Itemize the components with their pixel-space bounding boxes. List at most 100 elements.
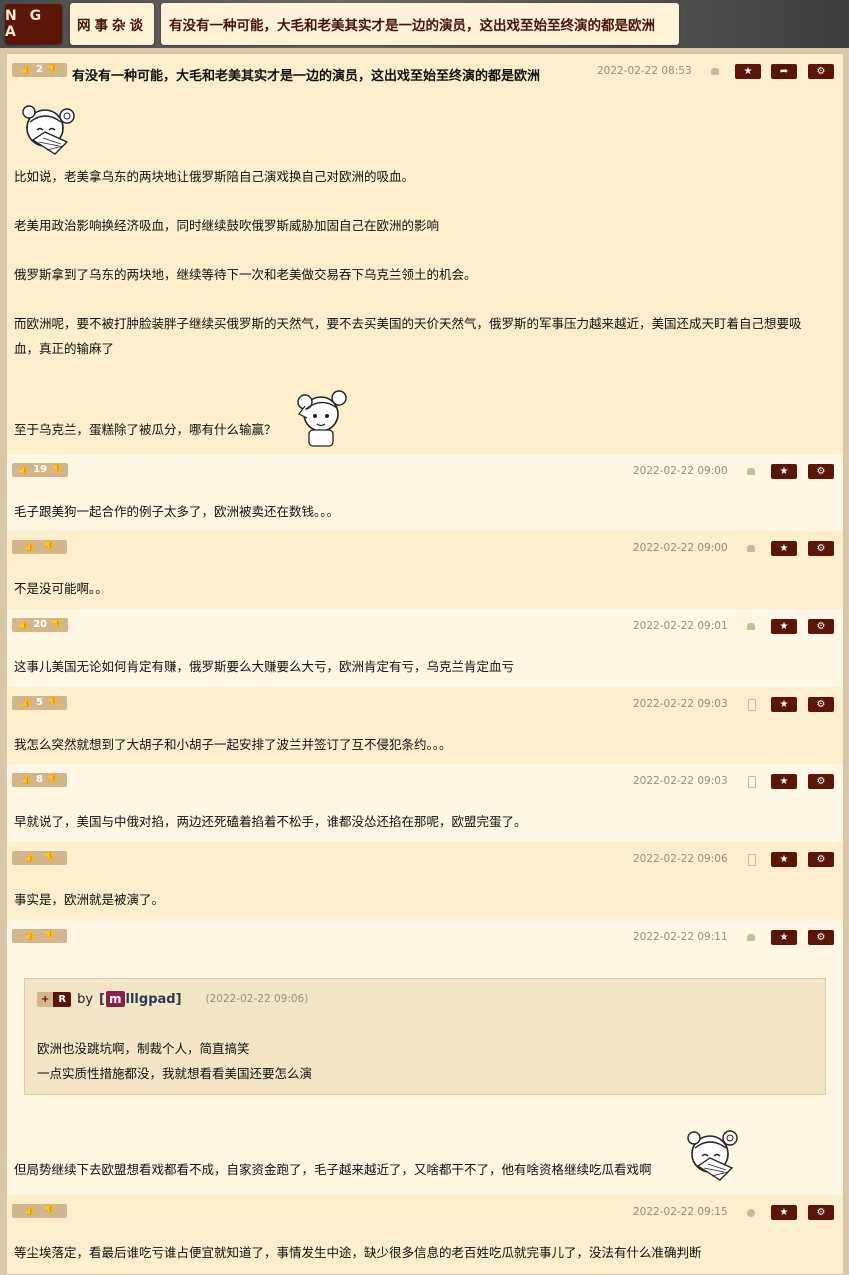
thumb-down-icon[interactable]: 👎 (44, 853, 55, 863)
post-paragraph (14, 288, 836, 313)
gear-icon: ⚙ (816, 854, 826, 865)
android-icon (746, 620, 756, 632)
quote-line: 一点实质性措施都没，我就想看看美国还要怎么演 (37, 1066, 313, 1081)
quote-tag[interactable]: + R (37, 991, 72, 1007)
android-icon (746, 542, 756, 554)
star-icon: ★ (779, 1207, 789, 1218)
post-timestamp: 2022-02-22 08:53 (597, 65, 692, 77)
reply-post: 👍 8 👎 2022-02-22 09:03 ★ ⚙ 早就说了，美国与中俄对掐，… (7, 764, 843, 842)
star-button[interactable]: ★ (771, 619, 797, 634)
reply-post: 👍 👎 2022-02-22 09:06 ★ ⚙ 事实是，欧洲就是被演了。 (7, 842, 843, 920)
thumb-down-icon[interactable]: 👎 (44, 542, 55, 552)
post-timestamp: 2022-02-22 09:03 (633, 775, 728, 787)
settings-button[interactable]: ⚙ (808, 774, 834, 789)
settings-button[interactable]: ⚙ (808, 619, 834, 634)
android-icon (746, 465, 756, 477)
thumb-down-icon[interactable]: 👎 (44, 931, 55, 941)
star-button[interactable]: ★ (771, 774, 797, 789)
star-icon: ★ (779, 776, 789, 787)
thumb-up-icon[interactable]: 👍 (21, 698, 32, 708)
nga-logo[interactable]: N G A (5, 4, 62, 44)
quote-block: + R by [ m lllgpad] (2022-02-22 09:06) 欧… (24, 978, 826, 1095)
star-button[interactable]: ★ (771, 541, 797, 556)
reply-post: 👍 👎 2022-02-22 09:11 ★ ⚙ + R by [ m lllg… (7, 920, 843, 1195)
post-paragraph: 而欧洲呢，要不被打肿脸装胖子继续买俄罗斯的天然气，要不去买美国的天价天然气，俄罗… (14, 316, 802, 331)
share-button[interactable]: ➦ (771, 64, 797, 79)
vote-widget[interactable]: 👍 👎 (12, 929, 67, 943)
quote-tag-plus: + (37, 991, 54, 1007)
star-button[interactable]: ★ (735, 64, 761, 79)
settings-button[interactable]: ⚙ (808, 697, 834, 712)
thumb-down-icon[interactable]: 👎 (51, 465, 62, 475)
settings-button[interactable]: ⚙ (808, 541, 834, 556)
thumb-down-icon[interactable]: 👎 (47, 65, 58, 75)
reply-text: 事实是，欧洲就是被演了。 (14, 892, 165, 907)
post-paragraph (14, 190, 836, 215)
star-icon: ★ (779, 854, 789, 865)
settings-button[interactable]: ⚙ (808, 1205, 834, 1220)
settings-button[interactable]: ⚙ (808, 852, 834, 867)
thumb-down-icon[interactable]: 👎 (51, 620, 62, 630)
star-icon: ★ (779, 932, 789, 943)
vote-widget[interactable]: 👍 👎 (12, 540, 67, 554)
vote-count: 8 (36, 774, 43, 785)
thumb-up-icon[interactable]: 👍 (18, 620, 29, 630)
thumb-down-icon[interactable]: 👎 (47, 698, 58, 708)
vote-count: 2 (36, 64, 43, 75)
vote-widget[interactable]: 👍 2 👎 (12, 63, 67, 77)
thumb-up-icon[interactable]: 👍 (24, 931, 35, 941)
star-button[interactable]: ★ (771, 852, 797, 867)
vote-widget[interactable]: 👍 19 👎 (12, 463, 69, 477)
reply-post: 👍 20 👎 2022-02-22 09:01 ★ ⚙ 这事儿美国无论如何肯定有… (7, 609, 843, 687)
breadcrumb-forum[interactable]: 网事杂谈 (70, 3, 154, 45)
thumb-down-icon[interactable]: 👎 (47, 775, 58, 785)
thumb-up-icon[interactable]: 👍 (18, 465, 29, 475)
settings-button[interactable]: ⚙ (808, 64, 834, 79)
thumb-up-icon[interactable]: 👍 (24, 1206, 35, 1216)
thumb-up-icon[interactable]: 👍 (21, 775, 32, 785)
vote-widget[interactable]: 👍 20 👎 (12, 618, 69, 632)
star-button[interactable]: ★ (771, 930, 797, 945)
star-button[interactable]: ★ (771, 464, 797, 479)
android-icon (746, 931, 756, 943)
quote-username[interactable]: [ m lllgpad] (99, 991, 182, 1007)
star-icon: ★ (743, 66, 753, 77)
reply-post: 👍 19 👎 2022-02-22 09:00 ★ ⚙ 毛子跟美狗一起合作的例子… (7, 454, 843, 531)
gear-icon: ⚙ (816, 66, 826, 77)
settings-button[interactable]: ⚙ (808, 464, 834, 479)
star-button[interactable]: ★ (771, 1205, 797, 1220)
thumb-up-icon[interactable]: 👍 (24, 853, 35, 863)
top-bar: N G A 网事杂谈 有没有一种可能，大毛和老美其实才是一边的演员，这出戏至始至… (0, 0, 849, 48)
vote-widget[interactable]: 👍 👎 (12, 851, 67, 865)
thumb-up-icon[interactable]: 👍 (21, 65, 32, 75)
thumb-down-icon[interactable]: 👎 (44, 1206, 55, 1216)
thread-panel: 👍 2 👎 有没有一种可能，大毛和老美其实才是一边的演员，这出戏至始至终演的都是… (6, 53, 844, 1275)
post-paragraph: 比如说，老美拿乌东的两块地让俄罗斯陪自己演戏换自己对欧洲的吸血。 (14, 169, 415, 184)
reply-text: 不是没可能啊。。 (14, 581, 108, 596)
post-paragraph: 血，真正的输麻了 (14, 340, 115, 356)
vote-widget[interactable]: 👍 👎 (12, 1204, 67, 1218)
vote-widget[interactable]: 👍 5 👎 (12, 696, 67, 710)
settings-button[interactable]: ⚙ (808, 930, 834, 945)
reply-text: 但局势继续下去欧盟想看戏都看不成，自家资金跑了，毛子越来越近了，又啥都干不了，他… (14, 1162, 652, 1177)
post-paragraph: 至于乌克兰，蛋糕除了被瓜分，哪有什么输赢？ (14, 422, 277, 437)
post-paragraph (14, 239, 836, 264)
breadcrumb-thread-title[interactable]: 有没有一种可能，大毛和老美其实才是一边的演员，这出戏至始至终演的都是欧洲 (161, 3, 679, 45)
gear-icon: ⚙ (816, 1207, 826, 1218)
quote-username-prefix: [ (99, 991, 105, 1007)
user-badge: m (106, 991, 125, 1007)
vote-count: 20 (33, 619, 48, 630)
android-icon (710, 65, 720, 77)
post-timestamp: 2022-02-22 09:15 (633, 1206, 728, 1218)
quote-tag-r: R (53, 991, 72, 1007)
gear-icon: ⚙ (816, 776, 826, 787)
star-button[interactable]: ★ (771, 697, 797, 712)
post-timestamp: 2022-02-22 09:03 (633, 698, 728, 710)
post-timestamp: 2022-02-22 09:11 (633, 931, 728, 943)
gear-icon: ⚙ (816, 543, 826, 554)
thumb-up-icon[interactable]: 👍 (24, 542, 35, 552)
star-icon: ★ (779, 699, 789, 710)
sticker-image (687, 1130, 738, 1181)
vote-widget[interactable]: 👍 8 👎 (12, 773, 67, 787)
reply-post: 👍 5 👎 2022-02-22 09:03 ★ ⚙ 我怎么突然就想到了大胡子和… (7, 687, 843, 764)
